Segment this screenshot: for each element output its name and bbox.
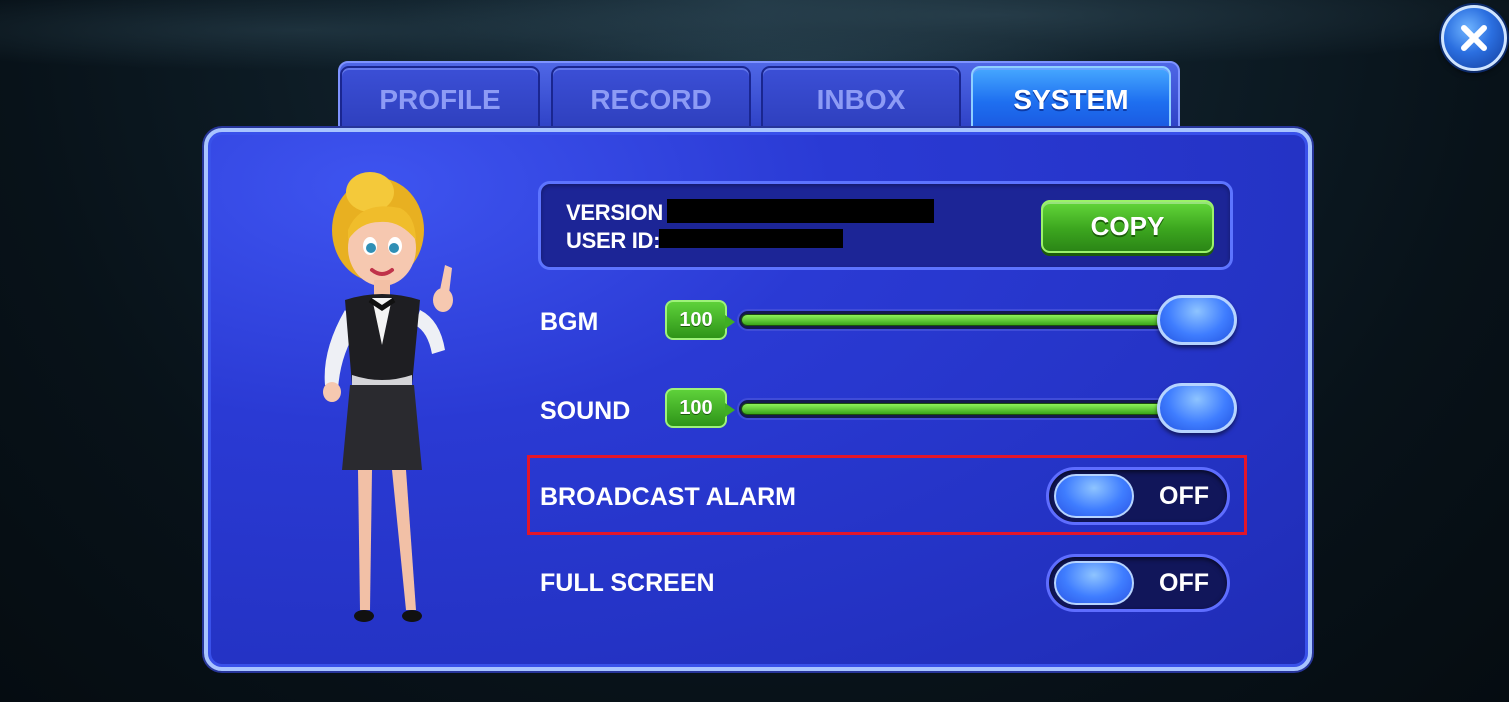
full-screen-toggle[interactable]: OFF	[1046, 554, 1230, 612]
full-screen-toggle-knob	[1054, 561, 1134, 605]
close-icon	[1461, 25, 1487, 51]
redacted-version	[667, 199, 934, 223]
version-label: VERSION :	[566, 200, 676, 225]
copy-button[interactable]: COPY	[1041, 200, 1214, 253]
sound-value-badge: 100	[665, 388, 735, 428]
full-screen-state: OFF	[1159, 569, 1209, 597]
close-button[interactable]	[1441, 5, 1507, 71]
bgm-slider-thumb[interactable]	[1157, 295, 1237, 345]
tab-system[interactable]: SYSTEM	[971, 66, 1171, 132]
sound-label: SOUND	[540, 397, 631, 425]
broadcast-alarm-toggle[interactable]: OFF	[1046, 467, 1230, 525]
tab-inbox[interactable]: INBOX	[761, 66, 961, 132]
full-screen-label: FULL SCREEN	[540, 569, 715, 597]
broadcast-alarm-state: OFF	[1159, 482, 1209, 510]
tab-record[interactable]: RECORD	[551, 66, 751, 132]
bgm-slider-track[interactable]	[737, 309, 1207, 331]
redacted-user-id	[659, 229, 843, 248]
sound-slider-track[interactable]	[737, 398, 1207, 420]
broadcast-alarm-toggle-knob	[1054, 474, 1134, 518]
hostess-character	[323, 172, 453, 622]
bgm-label: BGM	[540, 308, 599, 336]
bgm-value-badge: 100	[665, 300, 735, 340]
bgm-slider-fill	[742, 315, 1202, 325]
sound-slider-thumb[interactable]	[1157, 383, 1237, 433]
tab-profile[interactable]: PROFILE	[340, 66, 540, 132]
sound-slider-fill	[742, 404, 1202, 414]
user-id-label: USER ID:	[566, 228, 661, 253]
broadcast-alarm-label: BROADCAST ALARM	[540, 483, 796, 511]
